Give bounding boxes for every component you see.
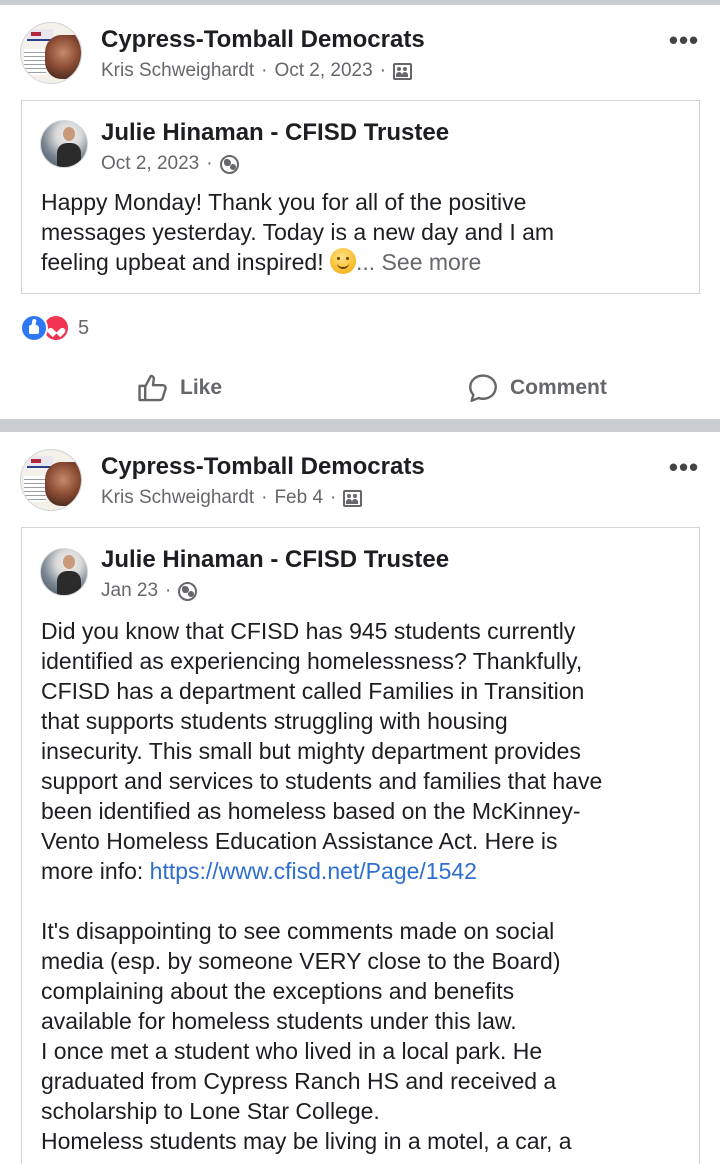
- comment-label: Comment: [510, 376, 607, 399]
- page-name[interactable]: Cypress-Tomball Democrats: [101, 453, 425, 481]
- reaction-count: 5: [78, 316, 90, 339]
- shared-post-date[interactable]: Jan 23: [101, 580, 158, 602]
- more-options-button[interactable]: •••: [668, 454, 700, 482]
- post-meta: Kris Schweighardt · Oct 2, 2023 ·: [101, 60, 413, 82]
- meta-separator: ·: [261, 60, 268, 81]
- poster-name[interactable]: Kris Schweighardt: [101, 487, 254, 509]
- meta-separator: ·: [165, 580, 172, 601]
- meta-separator: ·: [330, 487, 337, 508]
- globe-icon: [178, 581, 198, 601]
- text-line: media (esp. by someone VERY close to the…: [41, 948, 561, 974]
- shared-post[interactable]: Julie Hinaman - CFISD Trustee Oct 2, 202…: [21, 100, 700, 294]
- poster-name[interactable]: Kris Schweighardt: [101, 60, 254, 82]
- text-line: feeling upbeat and inspired! ... See mor…: [41, 247, 691, 277]
- author-avatar[interactable]: [40, 120, 88, 168]
- globe-icon: [219, 154, 239, 174]
- text-line: messages yesterday. Today is a new day a…: [41, 219, 555, 245]
- text-line: scholarship to Lone Star College.: [41, 1098, 380, 1124]
- page-avatar[interactable]: [20, 22, 82, 84]
- post: Cypress-Tomball Democrats Kris Schweigha…: [0, 5, 720, 419]
- text-line: support and services to students and fam…: [41, 768, 603, 794]
- page-name[interactable]: Cypress-Tomball Democrats: [101, 26, 425, 54]
- feed-separator: [0, 419, 720, 432]
- shared-author-name[interactable]: Julie Hinaman - CFISD Trustee: [101, 546, 449, 574]
- comment-button[interactable]: Comment: [466, 368, 607, 408]
- text-line: graduated from Cypress Ranch HS and rece…: [41, 1068, 557, 1094]
- shared-post-meta: Jan 23 ·: [101, 580, 198, 602]
- post-date[interactable]: Oct 2, 2023: [274, 60, 372, 82]
- text-line: Did you know that CFISD has 945 students…: [41, 618, 576, 644]
- shared-post-meta: Oct 2, 2023 ·: [101, 153, 239, 175]
- shared-post[interactable]: Julie Hinaman - CFISD Trustee Jan 23 · D…: [21, 527, 700, 1164]
- post: Cypress-Tomball Democrats Kris Schweigha…: [0, 432, 720, 1164]
- page-avatar[interactable]: [20, 449, 82, 511]
- shared-author-name[interactable]: Julie Hinaman - CFISD Trustee: [101, 119, 449, 147]
- text-line: that supports students struggling with h…: [41, 708, 508, 734]
- more-options-button[interactable]: •••: [668, 27, 700, 55]
- text-line: Happy Monday! Thank you for all of the p…: [41, 189, 527, 215]
- meta-separator: ·: [261, 487, 268, 508]
- meta-separator: ·: [206, 153, 213, 174]
- like-label: Like: [180, 376, 223, 399]
- text-line: I once met a student who lived in a loca…: [41, 1038, 543, 1064]
- thumbs-up-icon: [138, 374, 167, 402]
- text-line: identified as experiencing homelessness?…: [41, 648, 583, 674]
- post-date[interactable]: Feb 4: [274, 487, 323, 509]
- group-icon: [343, 489, 363, 507]
- shared-post-text: Happy Monday! Thank you for all of the p…: [41, 187, 691, 277]
- smiling-face-emoji-icon: [330, 248, 356, 274]
- author-avatar[interactable]: [40, 548, 88, 596]
- like-reaction-icon: [20, 314, 48, 342]
- like-button[interactable]: Like: [136, 368, 222, 408]
- text-line: available for homeless students under th…: [41, 1008, 517, 1034]
- text-line: CFISD has a department called Families i…: [41, 678, 585, 704]
- reactions-summary[interactable]: 5: [20, 313, 89, 343]
- text-line: insecurity. This small but mighty depart…: [41, 738, 581, 764]
- cfisd-link[interactable]: https://www.cfisd.net/Page/1542: [150, 858, 477, 884]
- text-line: complaining about the exceptions and ben…: [41, 978, 515, 1004]
- shared-post-text: Did you know that CFISD has 945 students…: [41, 616, 691, 1156]
- shared-post-date[interactable]: Oct 2, 2023: [101, 153, 199, 175]
- more-info-label: more info:: [41, 858, 150, 884]
- see-more-link[interactable]: ... See more: [356, 249, 481, 275]
- text-line: Homeless students may be living in a mot…: [41, 1128, 572, 1154]
- comment-bubble-icon: [469, 374, 497, 402]
- group-icon: [393, 62, 413, 80]
- text-line-content: feeling upbeat and inspired!: [41, 249, 330, 275]
- text-line: more info: https://www.cfisd.net/Page/15…: [41, 856, 691, 886]
- text-line: It's disappointing to see comments made …: [41, 918, 555, 944]
- text-line: Vento Homeless Education Assistance Act.…: [41, 828, 558, 854]
- text-line: been identified as homeless based on the…: [41, 798, 581, 824]
- meta-separator: ·: [379, 60, 387, 81]
- post-meta: Kris Schweighardt · Feb 4 ·: [101, 487, 363, 509]
